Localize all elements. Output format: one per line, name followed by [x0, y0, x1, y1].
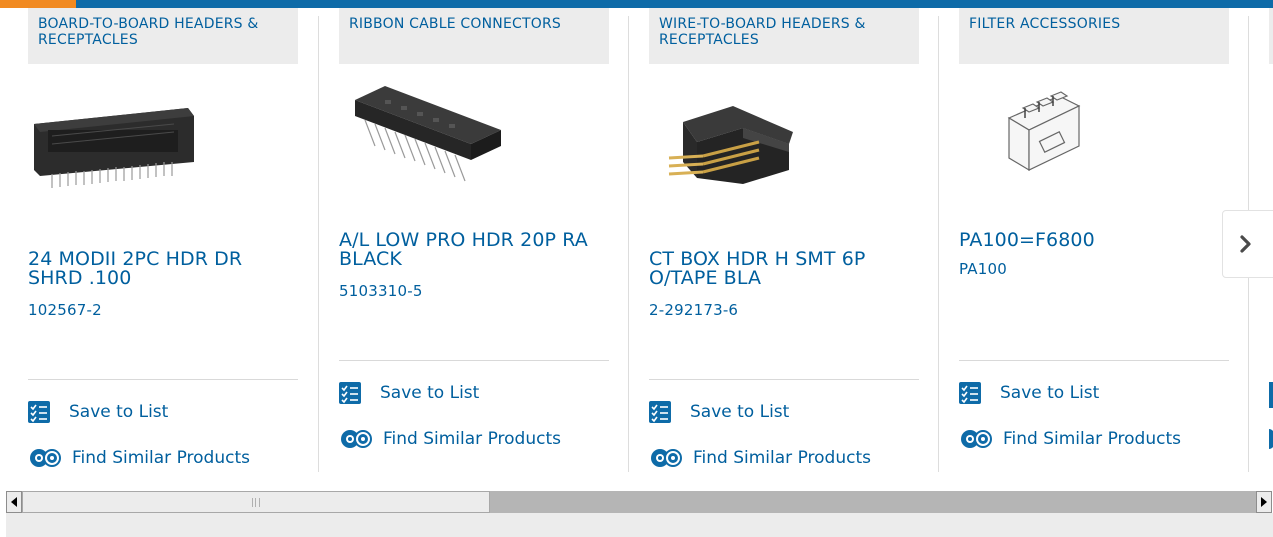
- find-similar-label: Find Similar Products: [1003, 429, 1181, 449]
- category-tag[interactable]: WIRE-TO-BOARD HEADERS & RECEPTACLES: [649, 8, 919, 64]
- active-indicator: [0, 0, 76, 8]
- card-divider: [938, 16, 939, 472]
- save-to-list-label: Save to List: [690, 402, 790, 422]
- product-title[interactable]: A/L LOW PRO HDR 20P RA BLACK: [339, 231, 601, 269]
- list-check-icon: [28, 401, 50, 423]
- product-image-box-header[interactable]: [663, 92, 803, 192]
- save-to-list-button[interactable]: Save to List: [649, 401, 789, 423]
- list-check-icon[interactable]: [1269, 382, 1273, 408]
- triangle-left-icon: [11, 497, 17, 507]
- part-number[interactable]: PA100: [959, 260, 1007, 278]
- chevron-right-icon: [1240, 235, 1251, 253]
- product-carousel: BOARD-TO-BOARD HEADERS & RECEPTACLES 24 …: [0, 8, 1273, 488]
- list-check-icon: [959, 382, 981, 404]
- category-tag[interactable]: BOARD-TO-BOARD HEADERS & RECEPTACLES: [28, 8, 298, 64]
- gears-icon: [651, 449, 682, 467]
- product-image-board-header[interactable]: [28, 102, 198, 192]
- scroll-left-button[interactable]: [6, 491, 22, 513]
- find-similar-label: Find Similar Products: [693, 448, 871, 468]
- find-similar-label: Find Similar Products: [72, 448, 250, 468]
- action-divider: [959, 360, 1229, 361]
- list-check-icon: [339, 382, 361, 404]
- product-image-filter-accessory[interactable]: [999, 78, 1089, 178]
- find-similar-button[interactable]: Find Similar Products: [959, 427, 1181, 451]
- action-divider: [339, 360, 609, 361]
- save-to-list-label: Save to List: [380, 383, 480, 403]
- product-title[interactable]: 24 MODII 2PC HDR DR SHRD .100: [28, 250, 290, 288]
- footer-area: [6, 513, 1273, 537]
- product-image-ribbon-header[interactable]: [345, 80, 505, 190]
- product-card: RIBBON CABLE CONNECTORS A/L LOW PRO HDR …: [339, 8, 609, 468]
- part-number[interactable]: 102567-2: [28, 301, 102, 319]
- top-accent-bar: [0, 0, 1273, 8]
- save-to-list-label: Save to List: [69, 402, 169, 422]
- save-to-list-button[interactable]: Save to List: [28, 401, 168, 423]
- product-title[interactable]: PA100=F6800: [959, 231, 1221, 250]
- save-to-list-button[interactable]: Save to List: [339, 382, 479, 404]
- action-divider: [649, 379, 919, 380]
- card-divider: [628, 16, 629, 472]
- card-divider: [318, 16, 319, 472]
- part-number[interactable]: 5103310-5: [339, 282, 423, 300]
- action-divider: [28, 379, 298, 380]
- scrollbar-thumb[interactable]: [22, 491, 490, 513]
- find-similar-button[interactable]: Find Similar Products: [649, 446, 871, 470]
- carousel-next-button[interactable]: [1222, 210, 1273, 278]
- horizontal-scrollbar[interactable]: [6, 491, 1272, 513]
- gears-icon: [961, 430, 992, 448]
- save-to-list-label: Save to List: [1000, 383, 1100, 403]
- product-title[interactable]: CT BOX HDR H SMT 6P O/TAPE BLA: [649, 250, 911, 288]
- category-tag[interactable]: [1269, 8, 1273, 64]
- product-card: WIRE-TO-BOARD HEADERS & RECEPTACLES CT B…: [649, 8, 919, 468]
- gears-icon[interactable]: [1269, 429, 1273, 449]
- save-to-list-button[interactable]: Save to List: [959, 382, 1099, 404]
- triangle-right-icon: [1261, 497, 1267, 507]
- find-similar-button[interactable]: Find Similar Products: [28, 446, 250, 470]
- gears-icon: [341, 430, 372, 448]
- product-card: FILTER ACCESSORIES PA100=F6800 PA100 Sav…: [959, 8, 1229, 468]
- category-tag[interactable]: RIBBON CABLE CONNECTORS: [339, 8, 609, 64]
- product-card: BOARD-TO-BOARD HEADERS & RECEPTACLES 24 …: [28, 8, 298, 468]
- scroll-right-button[interactable]: [1256, 491, 1272, 513]
- grip-icon: [252, 497, 260, 507]
- category-tag[interactable]: FILTER ACCESSORIES: [959, 8, 1229, 64]
- find-similar-label: Find Similar Products: [383, 429, 561, 449]
- list-check-icon: [649, 401, 671, 423]
- find-similar-button[interactable]: Find Similar Products: [339, 427, 561, 451]
- gears-icon: [30, 449, 61, 467]
- part-number[interactable]: 2-292173-6: [649, 301, 738, 319]
